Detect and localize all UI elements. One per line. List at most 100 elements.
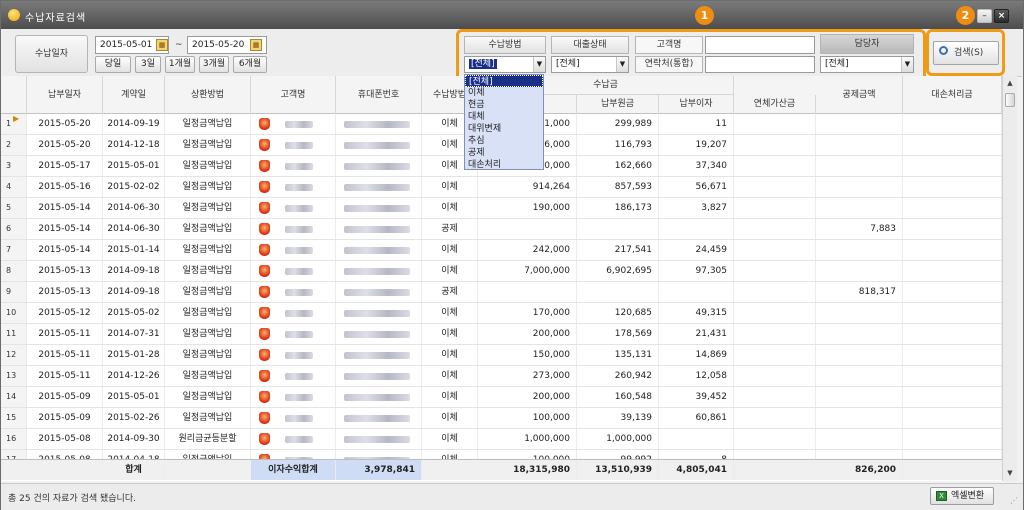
scroll-thumb[interactable] xyxy=(1005,93,1015,107)
customer-cell[interactable] xyxy=(251,303,336,323)
dropdown-option[interactable]: 현금 xyxy=(465,99,543,111)
dropdown-option[interactable]: 이체 xyxy=(465,87,543,99)
table-row[interactable]: 14 2015-05-09 2015-05-01 일정금액납입 이체 200,000 160… xyxy=(1,387,1017,408)
table-row[interactable]: 15 2015-05-09 2015-02-26 일정금액납입 이체 100,000 39,… xyxy=(1,408,1017,429)
customer-cell[interactable] xyxy=(251,429,336,449)
minimize-button[interactable]: – xyxy=(977,9,992,23)
vertical-scrollbar[interactable]: ▲ ▼ xyxy=(1002,76,1017,481)
customer-status-icon[interactable] xyxy=(259,181,270,193)
table-row[interactable]: 6 2015-05-14 2014-06-30 일정금액납입 공제 7,883 xyxy=(1,219,1017,240)
header-interest[interactable]: 납부이자 xyxy=(659,95,734,114)
customer-status-icon[interactable] xyxy=(259,433,270,445)
pay-method-cell: 이체 xyxy=(422,240,478,260)
loan-status-value: [전체] xyxy=(556,59,580,69)
header-repay-method[interactable]: 상환방법 xyxy=(165,76,251,114)
customer-status-icon[interactable] xyxy=(259,244,270,256)
customer-status-icon[interactable] xyxy=(259,391,270,403)
repay-method-cell: 일정금액납입 xyxy=(165,345,251,365)
customer-status-icon[interactable] xyxy=(259,307,270,319)
resize-grip-icon[interactable]: ⋰ xyxy=(1010,496,1018,505)
payment-method-dropdown-list[interactable]: [전체] 이체 현금 대체 대위변제 추심 공제 대손처리 xyxy=(464,74,544,170)
dropdown-option[interactable]: 공제 xyxy=(465,147,543,159)
table-row[interactable]: 12 2015-05-11 2015-01-28 일정금액납입 이체 150,000 135… xyxy=(1,345,1017,366)
search-button[interactable]: 검색(S) xyxy=(933,41,999,65)
table-row[interactable]: 10 2015-05-12 2015-05-02 일정금액납입 이체 170,000 120… xyxy=(1,303,1017,324)
customer-cell[interactable] xyxy=(251,387,336,407)
dropdown-option[interactable]: 대손처리 xyxy=(465,159,543,171)
header-contract-date[interactable]: 계약일 xyxy=(103,76,165,114)
table-row[interactable]: 7 2015-05-14 2015-01-14 일정금액납입 이체 242,000 217,… xyxy=(1,240,1017,261)
manager-select[interactable]: [전체] ▼ xyxy=(820,56,914,73)
table-row[interactable]: 13 2015-05-11 2014-12-26 일정금액납입 이체 273,000 260… xyxy=(1,366,1017,387)
masked-phone-number xyxy=(344,184,410,191)
table-row[interactable]: 11 2015-05-11 2014-07-31 일정금액납입 이체 200,000 178… xyxy=(1,324,1017,345)
dropdown-option[interactable]: 추심 xyxy=(465,135,543,147)
header-customer[interactable]: 고객명 xyxy=(251,76,336,114)
header-phone[interactable]: 휴대폰번호 xyxy=(336,76,422,114)
period-button[interactable]: 3개월 xyxy=(199,56,229,73)
chevron-down-icon[interactable]: ▼ xyxy=(901,57,913,72)
loan-status-select[interactable]: [전체] ▼ xyxy=(551,56,629,73)
payment-method-value: [전체] xyxy=(469,59,497,69)
payment-method-select[interactable]: [전체] ▼ xyxy=(464,56,546,73)
interest-cell: 12,058 xyxy=(659,366,734,386)
table-row[interactable]: 4 2015-05-16 2015-02-02 일정금액납입 이체 914,264 857,… xyxy=(1,177,1017,198)
masked-customer-name xyxy=(285,352,313,359)
table-row[interactable]: 9 2015-05-13 2014-09-18 일정금액납입 공제 818,317 xyxy=(1,282,1017,303)
header-principal[interactable]: 납부원금 xyxy=(577,95,659,114)
contact-input[interactable] xyxy=(705,56,815,73)
customer-cell[interactable] xyxy=(251,366,336,386)
customer-status-icon[interactable] xyxy=(259,139,270,151)
dropdown-option[interactable]: 대위변제 xyxy=(465,123,543,135)
customer-cell[interactable] xyxy=(251,219,336,239)
period-button[interactable]: 3일 xyxy=(135,56,161,73)
dropdown-option[interactable]: [전체] xyxy=(465,75,543,87)
customer-status-icon[interactable] xyxy=(259,370,270,382)
customer-cell[interactable] xyxy=(251,345,336,365)
customer-cell[interactable] xyxy=(251,114,336,134)
close-button[interactable]: × xyxy=(994,9,1009,23)
period-button[interactable]: 당일 xyxy=(95,56,131,73)
header-pay-date[interactable]: 납부일자 xyxy=(27,76,103,114)
customer-status-icon[interactable] xyxy=(259,349,270,361)
dropdown-option[interactable]: 대체 xyxy=(465,111,543,123)
excel-export-button[interactable]: X 엑셀변환 xyxy=(930,487,994,505)
header-deduction[interactable]: 공제금액 xyxy=(816,76,903,114)
period-button[interactable]: 1개월 xyxy=(165,56,195,73)
customer-status-icon[interactable] xyxy=(259,223,270,235)
customer-name-input[interactable] xyxy=(705,36,815,54)
chevron-down-icon[interactable]: ▼ xyxy=(616,57,628,72)
table-row[interactable]: 8 2015-05-13 2014-09-18 일정금액납입 이체 7,000,000 6,… xyxy=(1,261,1017,282)
customer-cell[interactable] xyxy=(251,135,336,155)
period-button[interactable]: 6개월 xyxy=(233,56,267,73)
header-overdue[interactable]: 연체가산금 xyxy=(734,95,816,114)
scroll-down-icon[interactable]: ▼ xyxy=(1003,466,1017,480)
customer-status-icon[interactable] xyxy=(259,265,270,277)
calendar-icon[interactable]: ▦ xyxy=(250,39,262,51)
table-row[interactable]: 5 2015-05-14 2014-06-30 일정금액납입 이체 190,000 186,… xyxy=(1,198,1017,219)
repay-method-cell: 일정금액납입 xyxy=(165,408,251,428)
customer-cell[interactable] xyxy=(251,198,336,218)
calendar-icon[interactable]: ▦ xyxy=(156,39,168,51)
chevron-down-icon[interactable]: ▼ xyxy=(533,57,545,72)
customer-status-icon[interactable] xyxy=(259,286,270,298)
customer-cell[interactable] xyxy=(251,177,336,197)
repay-method-cell: 일정금액납입 xyxy=(165,135,251,155)
customer-cell[interactable] xyxy=(251,156,336,176)
customer-status-icon[interactable] xyxy=(259,160,270,172)
customer-cell[interactable] xyxy=(251,324,336,344)
deduction-cell xyxy=(816,198,903,218)
customer-status-icon[interactable] xyxy=(259,412,270,424)
contract-date-cell: 2014-12-26 xyxy=(103,366,165,386)
customer-status-icon[interactable] xyxy=(259,202,270,214)
table-row[interactable]: 16 2015-05-08 2014-09-30 원리금균등분할 이체 1,000,000… xyxy=(1,429,1017,450)
customer-status-icon[interactable] xyxy=(259,118,270,130)
customer-cell[interactable] xyxy=(251,261,336,281)
interest-total-value: 3,978,841 xyxy=(336,460,422,480)
customer-cell[interactable] xyxy=(251,240,336,260)
header-bad-debt[interactable]: 대손처리금 xyxy=(903,76,1002,114)
customer-cell[interactable] xyxy=(251,408,336,428)
customer-cell[interactable] xyxy=(251,282,336,302)
scroll-up-icon[interactable]: ▲ xyxy=(1003,76,1017,90)
customer-status-icon[interactable] xyxy=(259,328,270,340)
